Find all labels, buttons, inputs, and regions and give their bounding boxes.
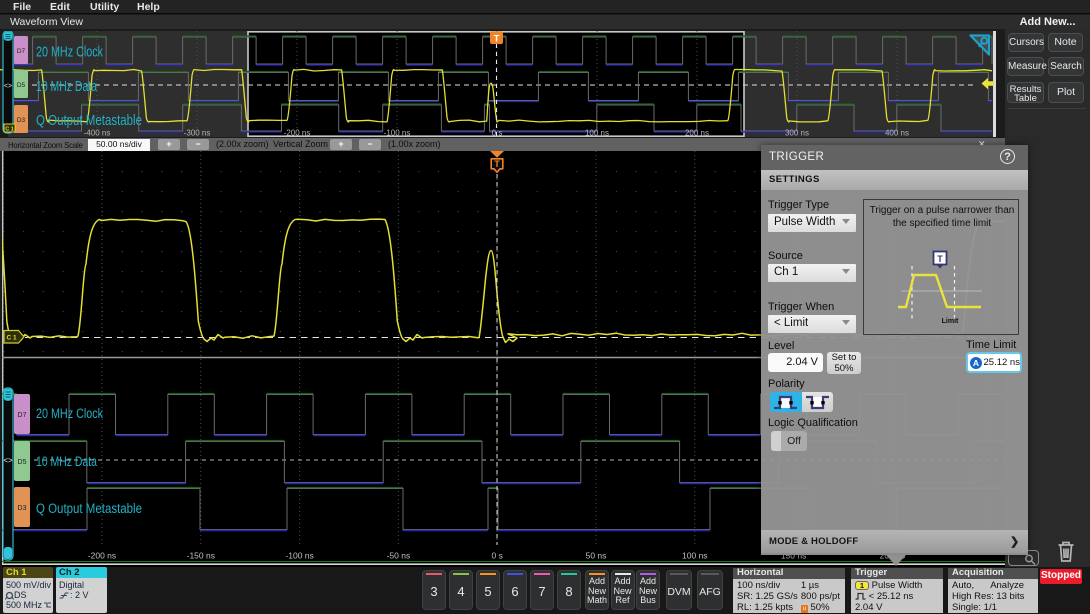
svg-text:400 ns: 400 ns: [885, 129, 909, 138]
svg-text:T: T: [494, 34, 500, 45]
svg-text:-100 ns: -100 ns: [384, 129, 411, 138]
svg-text:D5: D5: [17, 82, 26, 89]
svg-text:-100 ns: -100 ns: [285, 551, 313, 561]
svg-text:D3: D3: [17, 117, 26, 124]
svg-text:10 MHz Data: 10 MHz Data: [36, 454, 97, 469]
svg-text:100 ns: 100 ns: [585, 129, 609, 138]
svg-text:20 MHz Clock: 20 MHz Clock: [36, 406, 103, 421]
svg-text:300 ns: 300 ns: [785, 129, 809, 138]
svg-text:<>: <>: [4, 83, 12, 90]
svg-text:0 s: 0 s: [492, 129, 503, 138]
svg-text:-150 ns: -150 ns: [187, 551, 215, 561]
svg-text:100 ns: 100 ns: [682, 551, 708, 561]
svg-text:D7: D7: [17, 48, 26, 55]
svg-text:-400 ns: -400 ns: [84, 129, 111, 138]
svg-text:10 MHz Data: 10 MHz Data: [36, 78, 97, 95]
svg-text:-50 ns: -50 ns: [387, 551, 411, 561]
svg-text:200 ns: 200 ns: [685, 129, 709, 138]
svg-text:-200 ns: -200 ns: [284, 129, 311, 138]
svg-text:0 s: 0 s: [492, 551, 503, 561]
svg-text:T: T: [937, 254, 943, 264]
svg-text:Q Output Metastable: Q Output Metastable: [36, 112, 142, 129]
svg-text:Limit: Limit: [942, 318, 959, 325]
svg-text:T: T: [494, 159, 500, 169]
svg-text:20 MHz Clock: 20 MHz Clock: [36, 44, 103, 61]
svg-text:50 ns: 50 ns: [586, 551, 607, 561]
svg-text:C 1: C 1: [5, 127, 14, 133]
svg-text:Q Output Metastable: Q Output Metastable: [36, 501, 142, 516]
svg-text:-300 ns: -300 ns: [184, 129, 211, 138]
